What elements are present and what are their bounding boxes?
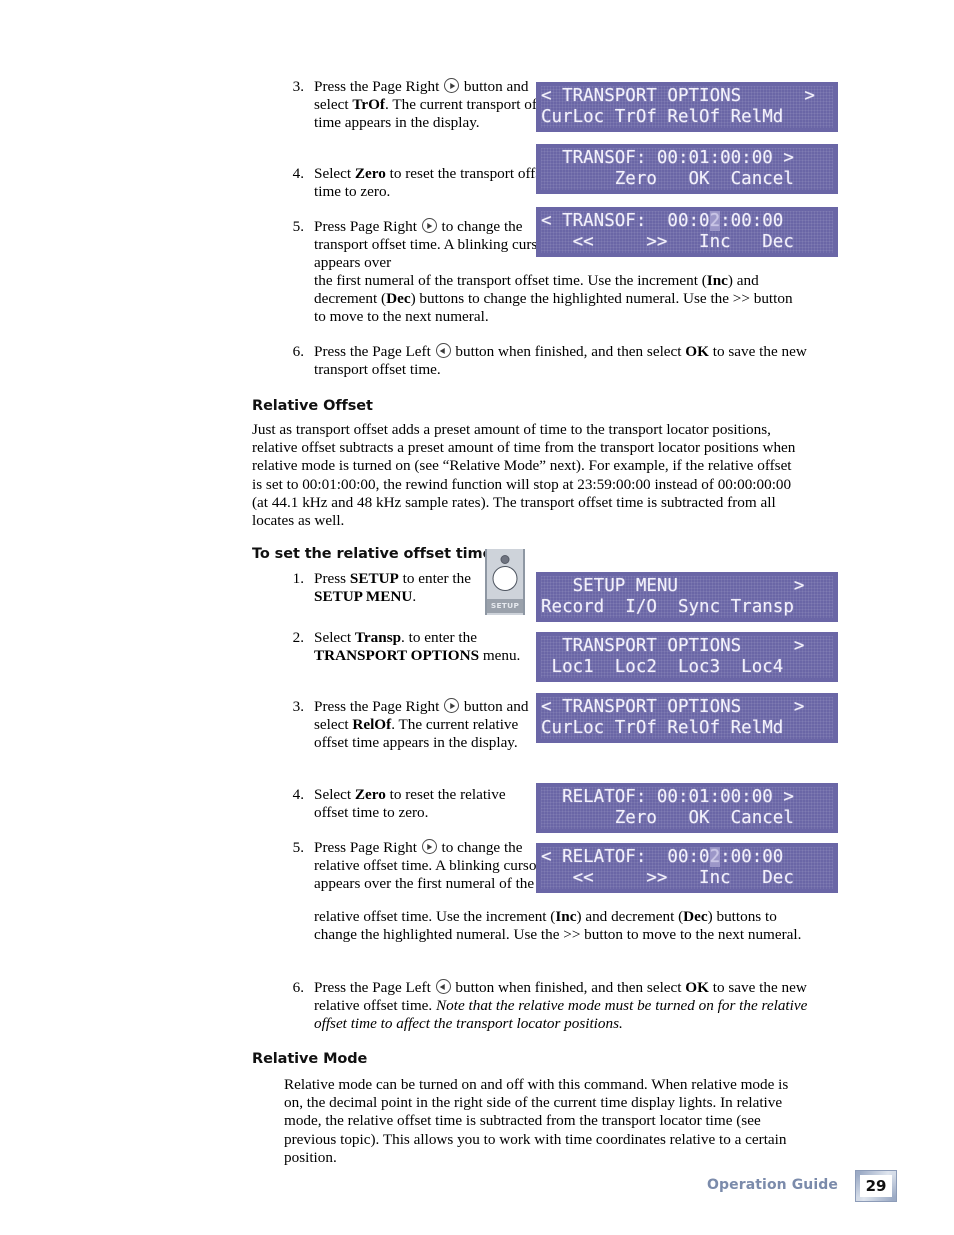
step-text: Select Transp. to enter the TRANSPORT OP… [314, 629, 521, 665]
emphasis-bold: Zero [354, 165, 386, 182]
page-number: 29 [865, 1177, 887, 1195]
lcd-screen: < TRANSPORT OPTIONS > CurLoc TrOf RelOf … [541, 86, 833, 128]
step-number: 3. [292, 698, 304, 715]
emphasis-bold: SETUP MENU [314, 588, 413, 606]
emphasis-bold: Inc [555, 908, 577, 925]
lcd-line-1: SETUP MENU > [541, 576, 805, 596]
step-item: 6. Press the Page Left button when finis… [282, 979, 842, 1034]
page-number-box: 29 [855, 1170, 897, 1202]
step-number: 3. [292, 78, 304, 95]
lcd-line-2: Zero OK Cancel [541, 169, 794, 189]
page-right-icon [421, 839, 437, 854]
lcd-line-2: CurLoc TrOf RelOf RelMd [541, 718, 784, 738]
step-text: Press the Page Left button when finished… [314, 343, 807, 379]
emphasis-bold: SETUP [349, 570, 399, 587]
emphasis-bold: OK [685, 979, 709, 996]
step-number: 2. [292, 629, 304, 646]
lcd-line-2: Record I/O Sync Transp [541, 597, 794, 617]
page-left-icon [435, 979, 451, 994]
emphasis-bold: Dec [386, 290, 411, 308]
lcd-screen: SETUP MENU > Record I/O Sync Transp [541, 576, 833, 618]
page-right-icon [421, 218, 437, 233]
step-number: 4. [292, 786, 304, 803]
lcd-display: TRANSOF: 00:01:00:00 > Zero OK Cancel [536, 144, 838, 194]
emphasis-bold: OK [685, 343, 709, 360]
step-number: 6. [292, 979, 304, 996]
step-text: Select Zero to reset the relative offset… [314, 786, 506, 822]
paragraph-relative-mode: Relative mode can be turned on and off w… [284, 1076, 789, 1166]
step-item: 5. Press Page Right to change the relati… [282, 839, 559, 894]
emphasis-bold: RelOf [352, 716, 392, 734]
step-item: 3. Press the Page Right button and selec… [282, 78, 564, 133]
lcd-screen: < TRANSPORT OPTIONS > CurLoc TrOf RelOf … [541, 697, 833, 739]
lcd-display: < TRANSOF: 00:02:00:00 << >> Inc Dec [536, 207, 838, 257]
step-number: 6. [292, 343, 304, 360]
step-text: Press the Page Right button and select T… [314, 78, 559, 132]
step-item: 5. Press Page Right to change the transp… [282, 218, 564, 273]
step-number: 5. [292, 839, 304, 856]
lcd-cursor-highlight: 2 [709, 847, 721, 867]
led-indicator-icon [500, 555, 510, 564]
step-text: Press the Page Left button when finished… [314, 979, 808, 1033]
emphasis-bold: TrOf [352, 96, 385, 114]
lcd-display: TRANSPORT OPTIONS > Loc1 Loc2 Loc3 Loc4 [536, 632, 838, 682]
heading-relative-offset: Relative Offset [252, 398, 373, 414]
lcd-line-1: < TRANSPORT OPTIONS > [541, 86, 815, 106]
lcd-line-1: < TRANSPORT OPTIONS > [541, 697, 805, 717]
step-number: 4. [292, 165, 304, 182]
emphasis-bold: Dec [683, 908, 708, 925]
lcd-display: SETUP MENU > Record I/O Sync Transp [536, 572, 838, 622]
step-number: 5. [292, 218, 304, 235]
step-item: 3. Press the Page Right button and selec… [282, 698, 544, 753]
lcd-line-1: < RELATOF: 00:02:00:00 [541, 847, 784, 867]
step-text: Select Zero to reset the transport offse… [314, 165, 553, 201]
emphasis-italic: Note that the relative mode must be turn… [314, 997, 808, 1033]
step-continuation: relative offset time. Use the increment … [314, 908, 802, 944]
lcd-line-2: << >> Inc Dec [541, 868, 794, 888]
lcd-line-2: CurLoc TrOf RelOf RelMd [541, 107, 784, 127]
lcd-line-2: Zero OK Cancel [541, 808, 794, 828]
step-item: 4. Select Zero to reset the relative off… [282, 786, 539, 822]
paragraph-relative-offset: Just as transport offset adds a preset a… [252, 421, 796, 530]
lcd-screen: TRANSPORT OPTIONS > Loc1 Loc2 Loc3 Loc4 [541, 636, 833, 678]
lcd-screen: < RELATOF: 00:02:00:00 << >> Inc Dec [541, 847, 833, 889]
step-text: Press Page Right to change the transport… [314, 218, 550, 272]
emphasis-bold: Transp [354, 629, 402, 646]
step-text: Press the Page Right button and select R… [314, 698, 529, 752]
heading-relative-mode: Relative Mode [252, 1051, 368, 1067]
lcd-display: < RELATOF: 00:02:00:00 << >> Inc Dec [536, 843, 838, 893]
heading-procedure: To set the relative offset time: [252, 546, 498, 562]
page-right-icon [444, 78, 460, 93]
page-left-icon [435, 343, 451, 358]
step-continuation: the first numeral of the transport offse… [314, 272, 793, 326]
lcd-line-1: RELATOF: 00:01:00:00 > [541, 787, 794, 807]
document-page: Operation Guide 3. Press the Page Right … [0, 0, 954, 1235]
page-footer: Operation Guide 29 [0, 1168, 954, 1208]
page-right-icon [444, 698, 460, 713]
lcd-line-1: TRANSPORT OPTIONS > [541, 636, 805, 656]
step-text: Press Page Right to change the relative … [314, 839, 542, 893]
lcd-line-2: << >> Inc Dec [541, 232, 794, 252]
step-text: Press SETUP to enter the SETUP MENU. [314, 570, 471, 606]
lcd-screen: TRANSOF: 00:01:00:00 > Zero OK Cancel [541, 148, 833, 190]
lcd-screen: < TRANSOF: 00:02:00:00 << >> Inc Dec [541, 211, 833, 253]
side-tab: Operation Guide [834, 0, 954, 420]
step-item: 1. Press SETUP to enter the SETUP MENU. [282, 570, 514, 606]
emphasis-bold: Inc [706, 272, 728, 289]
footer-label: Operation Guide [707, 1177, 838, 1193]
step-item: 2. Select Transp. to enter the TRANSPORT… [282, 629, 534, 665]
lcd-line-2: Loc1 Loc2 Loc3 Loc4 [541, 657, 784, 677]
emphasis-bold: Zero [354, 786, 386, 803]
lcd-line-1: TRANSOF: 00:01:00:00 > [541, 148, 794, 168]
lcd-display: < TRANSPORT OPTIONS > CurLoc TrOf RelOf … [536, 82, 838, 132]
step-item: 6. Press the Page Left button when finis… [282, 343, 834, 379]
step-item: 4. Select Zero to reset the transport of… [282, 165, 564, 201]
lcd-line-1: < TRANSOF: 00:02:00:00 [541, 211, 784, 231]
lcd-display: < TRANSPORT OPTIONS > CurLoc TrOf RelOf … [536, 693, 838, 743]
lcd-cursor-highlight: 2 [709, 211, 721, 231]
emphasis-bold: TRANSPORT OPTIONS [314, 647, 480, 665]
lcd-screen: RELATOF: 00:01:00:00 > Zero OK Cancel [541, 787, 833, 829]
step-number: 1. [292, 570, 304, 587]
lcd-display: RELATOF: 00:01:00:00 > Zero OK Cancel [536, 783, 838, 833]
